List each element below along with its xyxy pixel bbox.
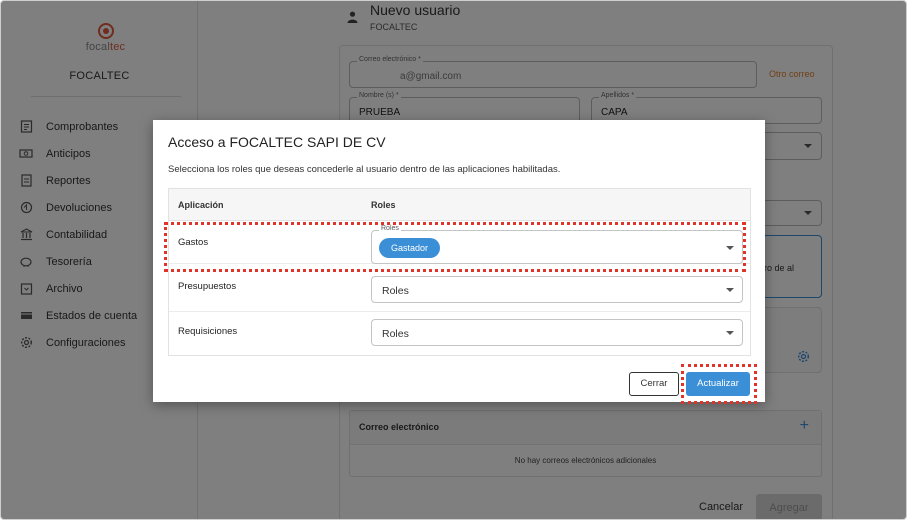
app-name: Requisiciones	[178, 326, 238, 337]
dialog-description: Selecciona los roles que deseas conceder…	[168, 164, 561, 175]
app-window: focaltec FOCALTEC Comprobantes Anticipos…	[0, 0, 907, 520]
highlight-gastos-row	[164, 222, 746, 272]
app-name: Presupuestos	[178, 281, 237, 292]
column-header-app: Aplicación	[178, 200, 224, 210]
table-header: Aplicación Roles	[169, 189, 750, 221]
table-row: Requisiciones Roles	[169, 312, 750, 355]
dialog-title: Acceso a FOCALTEC SAPI DE CV	[168, 134, 386, 150]
roles-select-placeholder: Roles	[382, 285, 409, 297]
column-header-roles: Roles	[371, 200, 396, 210]
chevron-down-icon	[726, 331, 734, 335]
roles-select-placeholder: Roles	[382, 328, 409, 340]
roles-table: Aplicación Roles Gastos Roles Gastador P…	[168, 188, 751, 356]
roles-select-requisiciones[interactable]: Roles	[371, 319, 743, 346]
roles-select-presupuestos[interactable]: Roles	[371, 276, 743, 303]
highlight-update-button	[681, 364, 757, 404]
close-button[interactable]: Cerrar	[629, 372, 679, 396]
chevron-down-icon	[726, 288, 734, 292]
